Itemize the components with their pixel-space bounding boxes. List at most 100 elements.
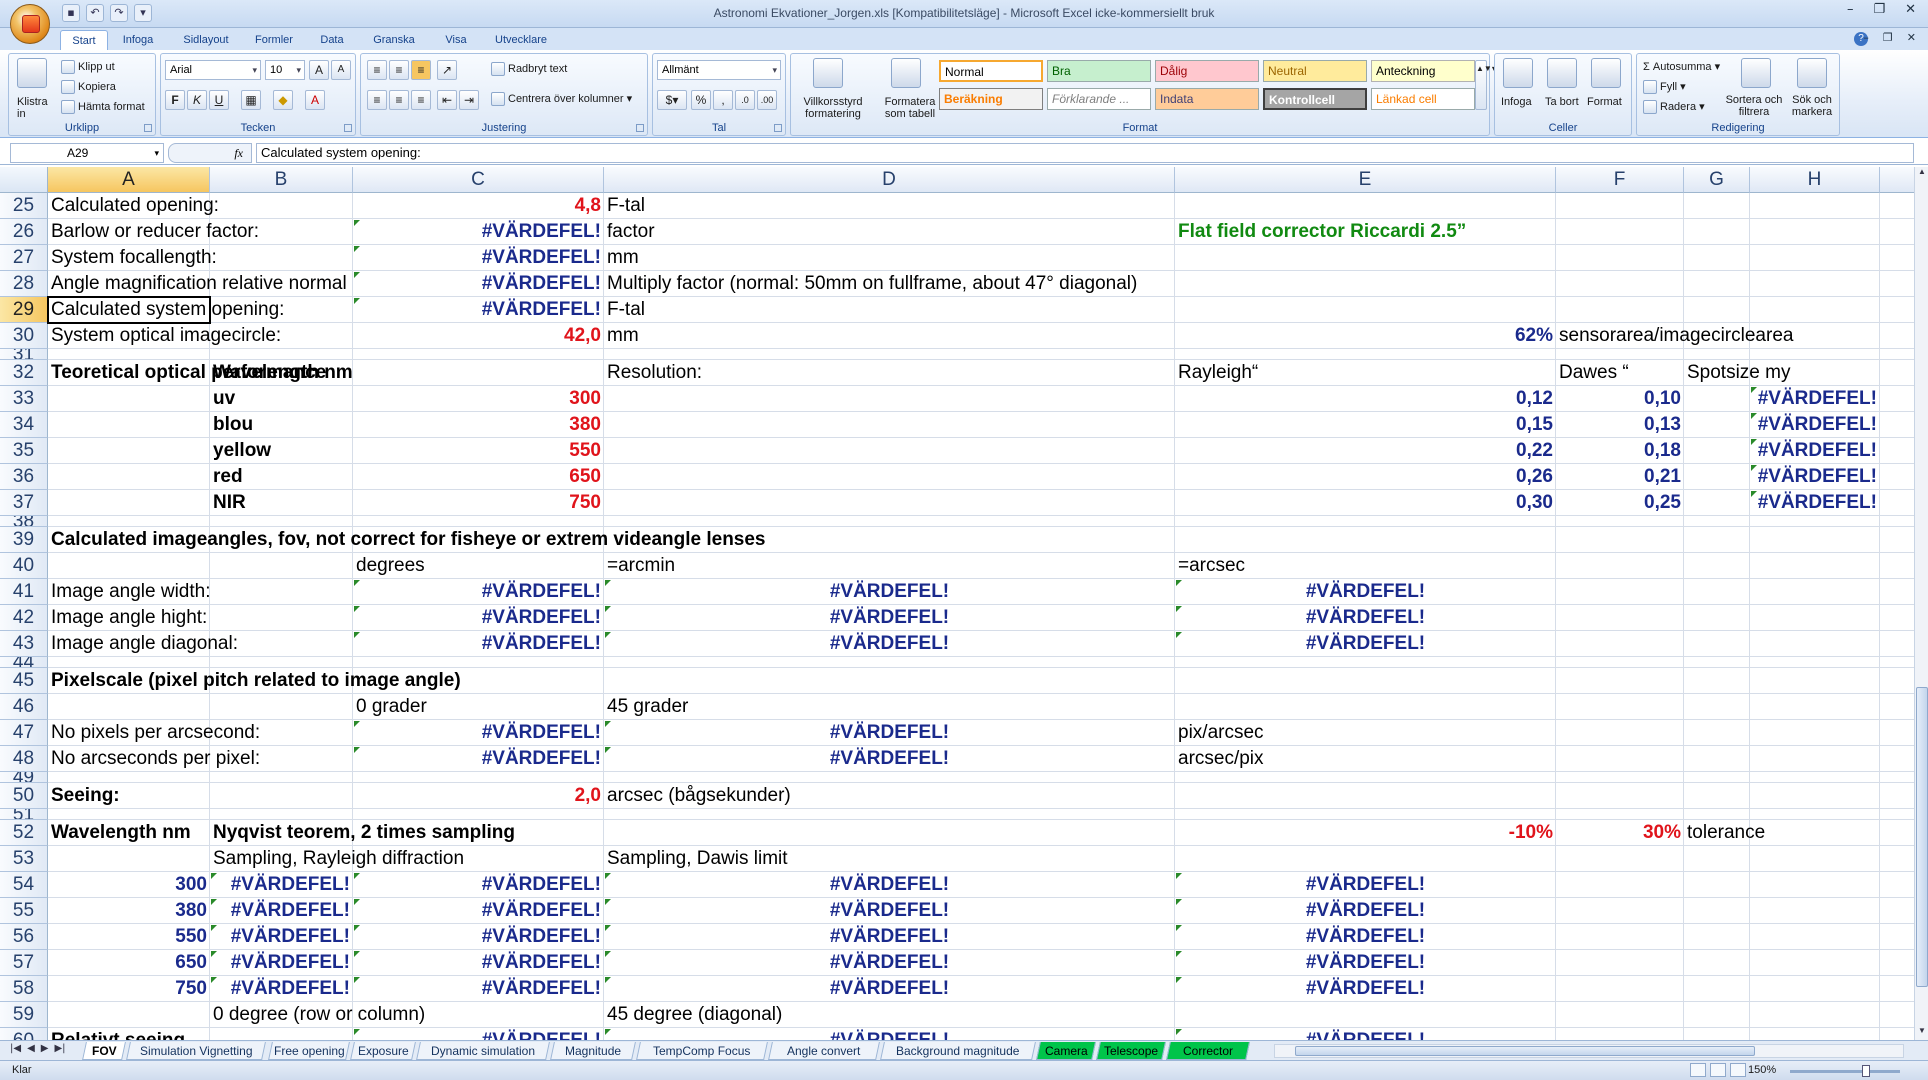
cell-d55[interactable]: #VÄRDEFEL! xyxy=(604,898,1175,924)
cell-a50[interactable]: Seeing: xyxy=(48,783,210,809)
row-header-54[interactable]: 54 xyxy=(0,872,48,898)
style-dalig[interactable]: Dålig xyxy=(1155,60,1259,82)
sheet-tab-dynamic-simulation[interactable]: Dynamic simulation xyxy=(416,1042,550,1060)
cell-d28[interactable]: Multiply factor (normal: 50mm on fullfra… xyxy=(604,271,1175,297)
cell-d56[interactable]: #VÄRDEFEL! xyxy=(604,924,1175,950)
paste-icon[interactable] xyxy=(17,58,47,88)
formula-input[interactable]: Calculated system opening: xyxy=(256,143,1914,163)
page-layout-view-icon[interactable] xyxy=(1710,1063,1726,1077)
delete-cells-button[interactable]: Ta bort xyxy=(1545,96,1579,108)
cell-d50[interactable]: arcsec (bågsekunder) xyxy=(604,783,1175,809)
decrease-indent-icon[interactable]: ⇤ xyxy=(437,90,457,110)
office-button[interactable] xyxy=(10,4,50,44)
fill-button[interactable]: Fyll ▾ xyxy=(1643,80,1686,95)
fill-color-icon[interactable]: ◆ xyxy=(273,90,293,110)
row-header-57[interactable]: 57 xyxy=(0,950,48,976)
format-as-table-button[interactable]: Formatera som tabell xyxy=(875,96,945,120)
row-header-34[interactable]: 34 xyxy=(0,412,48,438)
zoom-level[interactable]: 150% xyxy=(1748,1064,1776,1076)
row-header-32[interactable]: 32 xyxy=(0,360,48,386)
format-painter-button[interactable]: Hämta format xyxy=(61,100,145,114)
vertical-scroll-thumb[interactable] xyxy=(1916,687,1928,987)
style-normal[interactable]: Normal xyxy=(939,60,1043,82)
sort-filter-button[interactable]: Sortera och filtrera xyxy=(1721,94,1787,118)
wb-restore-icon[interactable]: ❐ xyxy=(1883,31,1893,44)
column-header-f[interactable]: F xyxy=(1556,167,1684,193)
cell-f30[interactable]: sensorarea/imagecirclearea xyxy=(1556,323,1793,349)
cell-e55[interactable]: #VÄRDEFEL! xyxy=(1175,898,1556,924)
cell-c60[interactable]: #VÄRDEFEL! xyxy=(353,1028,604,1040)
spreadsheet-grid[interactable]: A B C D E F G H 25 Calculated opening: 4,8 F-tal 26 B… xyxy=(0,167,1914,1040)
cell-h34[interactable]: #VÄRDEFEL! xyxy=(1750,412,1880,438)
conditional-format-button[interactable]: Villkorsstyrd formatering xyxy=(795,96,871,120)
cell-b57[interactable]: #VÄRDEFEL! xyxy=(210,950,353,976)
horizontal-scroll-thumb[interactable] xyxy=(1295,1046,1755,1056)
delete-cells-icon[interactable] xyxy=(1547,58,1577,88)
align-bottom-icon[interactable]: ≡ xyxy=(411,60,431,80)
cell-b32[interactable]: Wavelength nm xyxy=(210,360,353,386)
style-berakning[interactable]: Beräkning xyxy=(939,88,1043,110)
cell-e43[interactable]: #VÄRDEFEL! xyxy=(1175,631,1556,657)
cell-d32[interactable]: Resolution: xyxy=(604,360,1175,386)
column-header-c[interactable]: C xyxy=(353,167,604,193)
tab-granska[interactable]: Granska xyxy=(364,30,424,50)
cell-a56[interactable]: 550 xyxy=(48,924,210,950)
row-header-42[interactable]: 42 xyxy=(0,605,48,631)
cell-f52[interactable]: 30% xyxy=(1556,820,1684,846)
style-neutral[interactable]: Neutral xyxy=(1263,60,1367,82)
cell-a29[interactable]: Calculated system opening: xyxy=(48,297,284,323)
cell-e35[interactable]: 0,22 xyxy=(1175,438,1556,464)
cell-f33[interactable]: 0,10 xyxy=(1556,386,1684,412)
alignment-dialog-launcher[interactable] xyxy=(636,124,644,132)
cell-b55[interactable]: #VÄRDEFEL! xyxy=(210,898,353,924)
row-header-25[interactable]: 25 xyxy=(0,193,48,219)
insert-cells-icon[interactable] xyxy=(1503,58,1533,88)
cell-e34[interactable]: 0,15 xyxy=(1175,412,1556,438)
cell-d59[interactable]: 45 degree (diagonal) xyxy=(604,1002,1175,1028)
row-header-47[interactable]: 47 xyxy=(0,720,48,746)
paste-button[interactable]: Klistra in xyxy=(17,96,48,120)
row-header-35[interactable]: 35 xyxy=(0,438,48,464)
column-header-a[interactable]: A xyxy=(48,167,210,193)
column-header-h[interactable]: H xyxy=(1750,167,1880,193)
horizontal-scrollbar[interactable] xyxy=(1274,1044,1904,1058)
increase-indent-icon[interactable]: ⇥ xyxy=(459,90,479,110)
minimize-icon[interactable]: – xyxy=(1847,2,1854,17)
row-header-36[interactable]: 36 xyxy=(0,464,48,490)
align-left-icon[interactable]: ≡ xyxy=(367,90,387,110)
grow-font-icon[interactable]: A xyxy=(309,60,329,80)
tab-visa[interactable]: Visa xyxy=(436,30,476,50)
row-header-26[interactable]: 26 xyxy=(0,219,48,245)
font-dialog-launcher[interactable] xyxy=(344,124,352,132)
cell-e47[interactable]: pix/arcsec xyxy=(1175,720,1556,746)
cell-a52[interactable]: Wavelength nm xyxy=(48,820,210,846)
cell-c50[interactable]: 2,0 xyxy=(353,783,604,809)
clipboard-dialog-launcher[interactable] xyxy=(144,124,152,132)
cell-f35[interactable]: 0,18 xyxy=(1556,438,1684,464)
name-box[interactable]: A29 xyxy=(10,143,164,163)
cell-f36[interactable]: 0,21 xyxy=(1556,464,1684,490)
sheet-tab-magnitude[interactable]: Magnitude xyxy=(550,1042,636,1060)
cut-button[interactable]: Klipp ut xyxy=(61,60,115,74)
align-middle-icon[interactable]: ≡ xyxy=(389,60,409,80)
cell-e30[interactable]: 62% xyxy=(1175,323,1556,349)
zoom-slider-knob[interactable] xyxy=(1862,1065,1870,1077)
cell-e26[interactable]: Flat field corrector Riccardi 2.5” xyxy=(1175,219,1556,245)
sheet-tab-simulation-vignetting[interactable]: Simulation Vignetting xyxy=(126,1042,266,1060)
align-center-icon[interactable]: ≡ xyxy=(389,90,409,110)
italic-icon[interactable]: K xyxy=(187,90,207,110)
cell-c41[interactable]: #VÄRDEFEL! xyxy=(353,579,604,605)
cell-a28[interactable]: Angle magnification relative normal xyxy=(48,271,347,297)
row-header-28[interactable]: 28 xyxy=(0,271,48,297)
row-header-55[interactable]: 55 xyxy=(0,898,48,924)
cell-c40[interactable]: degrees xyxy=(353,553,604,579)
row-header-52[interactable]: 52 xyxy=(0,820,48,846)
cell-d60[interactable]: #VÄRDEFEL! xyxy=(604,1028,1175,1040)
row-header-43[interactable]: 43 xyxy=(0,631,48,657)
cell-a42[interactable]: Image angle hight: xyxy=(48,605,210,631)
row-header-48[interactable]: 48 xyxy=(0,746,48,772)
cell-c34[interactable]: 380 xyxy=(353,412,604,438)
cell-a41[interactable]: Image angle width: xyxy=(48,579,211,605)
sheet-tab-angle-convert[interactable]: Angle convert xyxy=(768,1042,880,1060)
cell-a47[interactable]: No pixels per arcsecond: xyxy=(48,720,260,746)
